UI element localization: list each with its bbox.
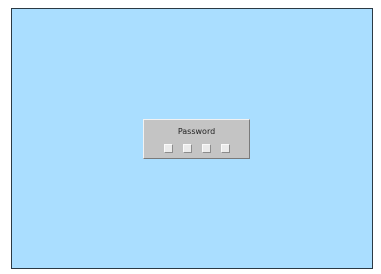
- password-input-group: [164, 144, 230, 153]
- password-digit-4[interactable]: [221, 144, 230, 153]
- device-screen: Password: [11, 8, 373, 269]
- password-label: Password: [177, 127, 216, 136]
- password-digit-1[interactable]: [164, 144, 173, 153]
- password-digit-2[interactable]: [183, 144, 192, 153]
- password-dialog: Password: [143, 119, 250, 159]
- password-digit-3[interactable]: [202, 144, 211, 153]
